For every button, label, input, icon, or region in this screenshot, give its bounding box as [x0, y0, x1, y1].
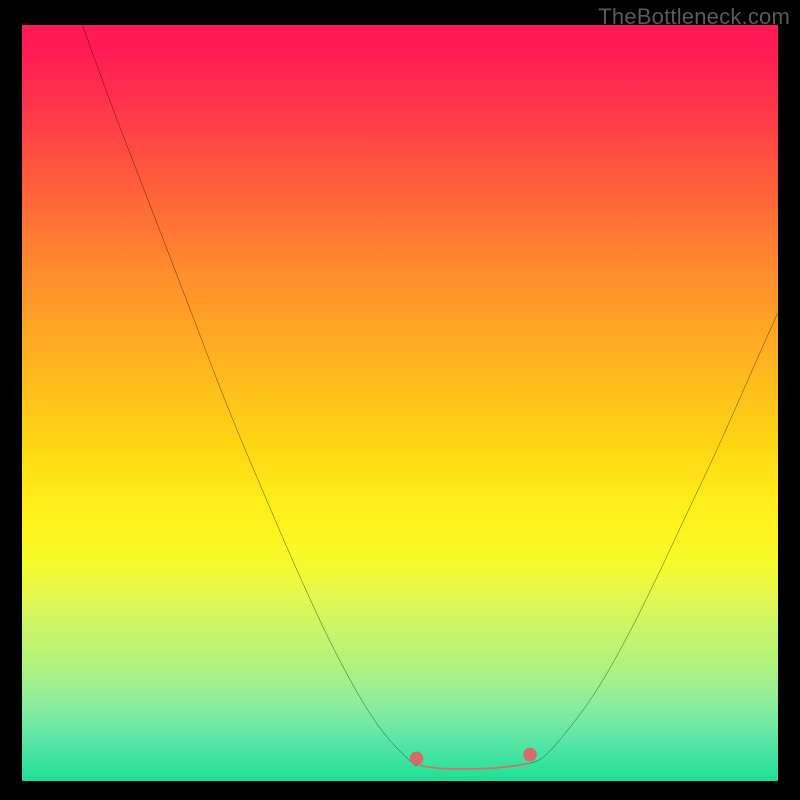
floor-highlight [419, 763, 529, 768]
plot-area [22, 25, 778, 781]
left-curve [82, 25, 418, 766]
watermark-label: TheBottleneck.com [598, 4, 790, 30]
highlight-dot [523, 748, 537, 762]
highlight-dot-left [410, 752, 424, 766]
chart-frame: TheBottleneck.com [0, 0, 800, 800]
curve-overlay [22, 25, 778, 781]
right-curve [529, 312, 778, 763]
